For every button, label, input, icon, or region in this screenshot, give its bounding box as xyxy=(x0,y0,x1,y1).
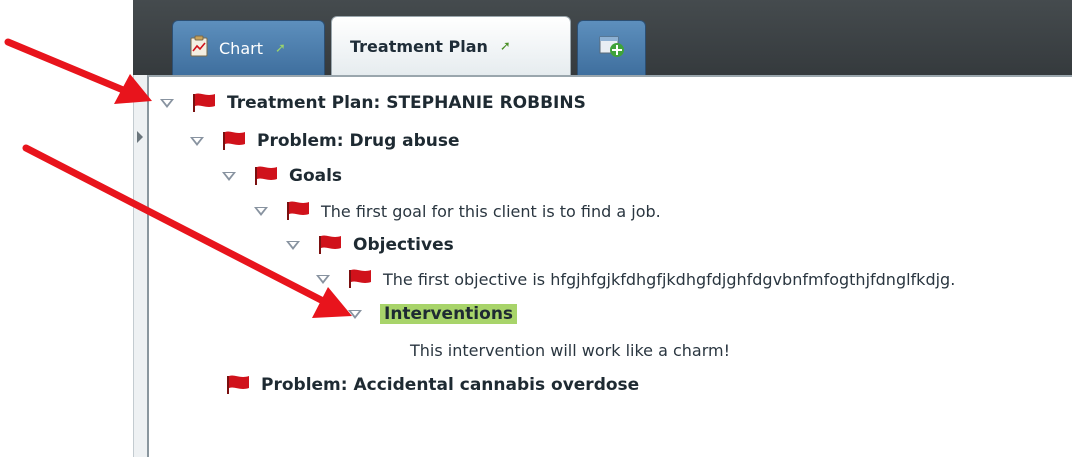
annotation-arrows xyxy=(4,38,352,318)
annotation-arrow-top xyxy=(4,38,152,104)
annotation-arrow-bottom xyxy=(22,144,352,318)
